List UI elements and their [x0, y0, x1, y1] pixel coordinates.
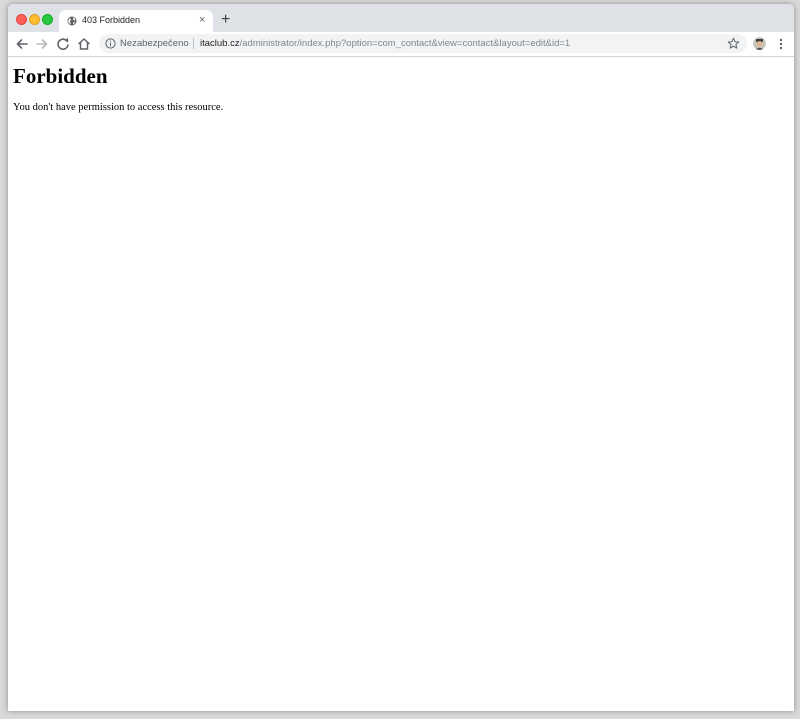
home-icon[interactable]: [76, 36, 92, 52]
address-bar[interactable]: Nezabezpečeno itaclub.cz/administrator/i…: [99, 34, 747, 53]
back-arrow-icon[interactable]: [14, 36, 30, 52]
new-tab-button[interactable]: +: [221, 12, 230, 28]
globe-icon: [67, 16, 77, 26]
star-icon[interactable]: [727, 37, 740, 50]
tab-close-icon[interactable]: ×: [199, 14, 205, 26]
window-minimize-button[interactable]: [29, 14, 40, 25]
url-host: itaclub.cz: [200, 38, 240, 49]
tab-title: 403 Forbidden: [82, 15, 141, 25]
browser-toolbar: Nezabezpečeno itaclub.cz/administrator/i…: [8, 32, 794, 57]
profile-avatar-icon: [753, 37, 766, 50]
window-maximize-button[interactable]: [42, 14, 53, 25]
url-path: /administrator/index.php?option=com_cont…: [239, 38, 571, 49]
window-close-button[interactable]: [16, 14, 27, 25]
security-label[interactable]: Nezabezpečeno: [120, 38, 189, 49]
forward-arrow-icon[interactable]: [34, 36, 50, 52]
reload-icon[interactable]: [55, 36, 71, 52]
page-title: Forbidden: [13, 64, 108, 88]
address-separator: [193, 38, 194, 49]
more-menu-icon[interactable]: [777, 37, 785, 51]
info-icon[interactable]: [105, 38, 116, 49]
tab-strip: 403 Forbidden × +: [8, 4, 794, 32]
tab-active[interactable]: 403 Forbidden ×: [59, 10, 213, 32]
avatar[interactable]: [753, 37, 766, 50]
url-text[interactable]: itaclub.cz/administrator/index.php?optio…: [200, 38, 570, 49]
browser-window: 403 Forbidden × + Nezabezpečeno itaclub.…: [8, 4, 794, 711]
page-content: Forbidden You don't have permission to a…: [8, 57, 794, 711]
error-message: You don't have permission to access this…: [13, 102, 224, 113]
